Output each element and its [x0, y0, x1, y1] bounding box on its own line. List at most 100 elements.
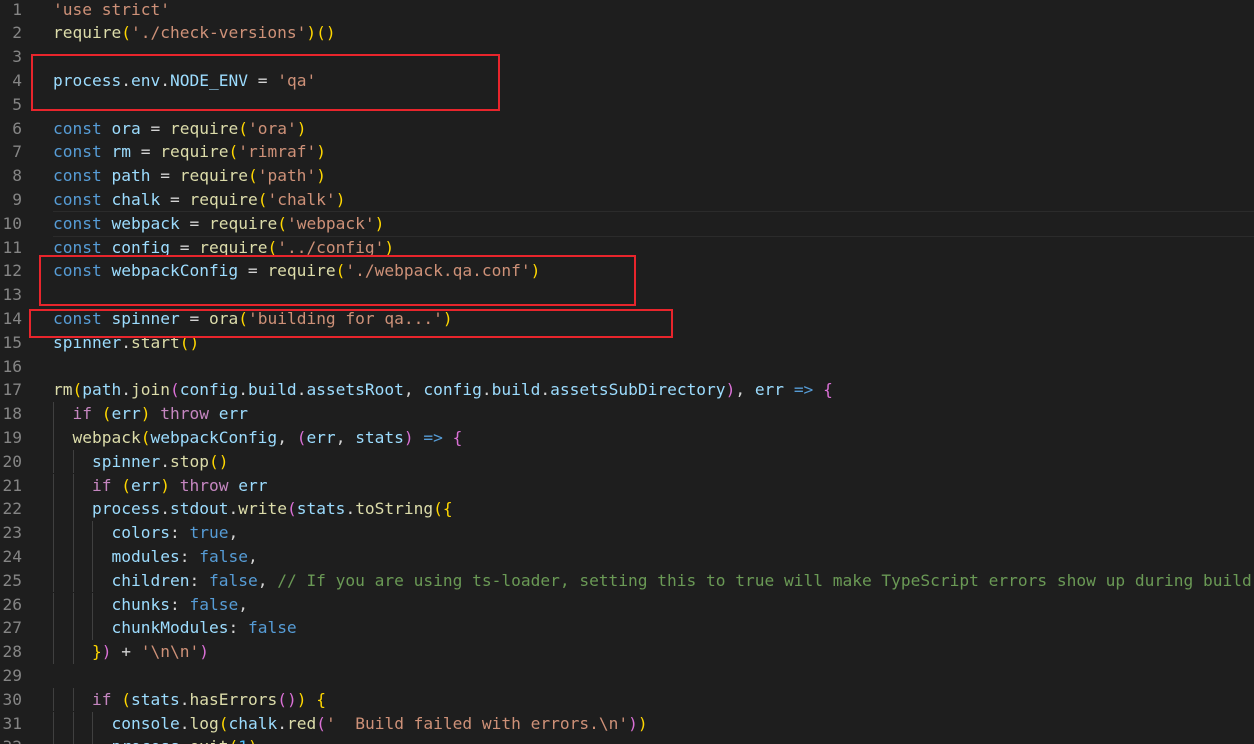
token-bracket: ) — [374, 213, 385, 233]
code-line[interactable]: 17 rm(path.join(config.build.assetsRoot, … — [0, 378, 1254, 402]
code-line[interactable]: 16 — [0, 355, 1254, 379]
code-line[interactable]: 22 process.stdout.write(stats.toString({ — [0, 497, 1254, 522]
code-line[interactable]: 18 if (err) throw err — [0, 402, 1254, 426]
code-text[interactable]: require('./check-versions')() — [53, 21, 336, 45]
token-var: build — [247, 380, 297, 400]
code-text[interactable]: spinner.stop() — [92, 450, 228, 474]
code-text[interactable]: process.exit(1) — [112, 735, 258, 744]
line-number: 24 — [2, 546, 23, 566]
code-line[interactable]: 32 process.exit(1) — [0, 735, 1254, 744]
code-text[interactable]: const path = require('path') — [53, 164, 326, 188]
token-ctrl: if — [92, 689, 112, 709]
token-bracket: ( — [433, 499, 443, 519]
line-number: 15 — [2, 332, 23, 352]
token-var: assetsRoot — [306, 380, 404, 400]
token-plain: . — [540, 380, 551, 400]
code-line[interactable]: 25 children: false, // If you are using t… — [0, 568, 1254, 593]
token-str: 'rimraf' — [238, 142, 317, 162]
token-kw: const — [53, 189, 102, 209]
line-number: 16 — [2, 356, 23, 376]
token-plain: : — [179, 546, 200, 566]
token-var: err — [306, 427, 336, 447]
line-number: 8 — [12, 166, 22, 186]
token-var: webpackConfig — [150, 427, 278, 447]
token-var: config — [179, 380, 239, 400]
line-number: 11 — [2, 237, 23, 257]
indent-guide — [53, 402, 54, 426]
token-bracket: ( — [316, 23, 326, 43]
code-line[interactable]: 27 chunkModules: false — [0, 616, 1254, 641]
code-text[interactable]: 'use strict' — [53, 0, 170, 21]
code-line[interactable]: 21 if (err) throw err — [0, 473, 1254, 498]
token-bracket2: ) — [199, 642, 209, 662]
token-bracket: ( — [277, 213, 287, 233]
token-fn: hasErrors — [189, 689, 278, 709]
code-text[interactable]: children: false, // If you are using ts-… — [112, 569, 1254, 593]
code-line[interactable]: 29 — [0, 664, 1254, 688]
code-text[interactable]: webpack(webpackConfig, (err, stats) => { — [73, 426, 463, 450]
code-text[interactable]: colors: true, — [112, 521, 239, 545]
code-line[interactable]: 28}) + '\n\n') — [0, 640, 1254, 664]
code-text[interactable]: chunkModules: false — [112, 616, 297, 640]
code-line[interactable]: 19 webpack(webpackConfig, (err, stats) =>… — [0, 425, 1254, 450]
token-bracket: ) — [160, 475, 170, 495]
token-var: stats — [131, 689, 180, 709]
code-line[interactable]: 10 const webpack = require('webpack') — [0, 212, 1254, 236]
token-var: stats — [355, 427, 404, 447]
token-var: webpack — [111, 213, 180, 233]
token-var: err — [131, 475, 161, 495]
code-text[interactable]: modules: false, — [112, 545, 258, 569]
token-plain: , — [277, 427, 297, 447]
code-text[interactable]: const rm = require('rimraf') — [53, 140, 326, 164]
code-line[interactable]: 26 chunks: false, — [0, 592, 1254, 617]
code-line[interactable]: 6 const ora = require('ora') — [0, 117, 1254, 141]
token-bracket: ( — [238, 118, 248, 138]
token-plain: . — [121, 380, 131, 400]
code-line[interactable]: 2 require('./check-versions')() — [0, 21, 1254, 45]
code-text[interactable]: }) + '\n\n') — [92, 640, 209, 664]
token-ctrl: if — [92, 475, 112, 495]
indent-guide — [72, 711, 74, 736]
token-fn: write — [238, 499, 287, 519]
code-line[interactable]: 20 spinner.stop() — [0, 449, 1254, 474]
code-text[interactable]: if (err) throw err — [73, 402, 248, 426]
token-kw: const — [53, 213, 102, 233]
token-var: spinner — [92, 451, 161, 471]
code-text[interactable]: console.log(chalk.red(' Build failed wit… — [112, 712, 648, 736]
token-bracket2: ) — [101, 642, 112, 662]
code-editor[interactable]: 1'use strict' 2 require('./check-versions'… — [0, 0, 1254, 744]
code-line[interactable]: 1 'use strict' — [0, 0, 1254, 21]
token-bracket: ) — [218, 451, 229, 471]
token-ctrl: if — [72, 404, 93, 424]
code-line[interactable]: 31 console.log(chalk.red(' Build failed w… — [0, 711, 1254, 736]
code-line[interactable]: 7 const rm = require('rimraf') — [0, 140, 1254, 164]
token-bracket: { — [316, 689, 326, 709]
code-text[interactable]: if (stats.hasErrors()) { — [92, 688, 326, 712]
code-line[interactable]: 24 modules: false, — [0, 544, 1254, 569]
code-line[interactable]: 30 if (stats.hasErrors()) { — [0, 687, 1254, 712]
code-text[interactable]: if (err) throw err — [92, 474, 267, 498]
token-plain: . — [296, 380, 307, 400]
code-text[interactable]: process.stdout.write(stats.toString({ — [92, 497, 453, 521]
code-text[interactable]: rm(path.join(config.build.assetsRoot, co… — [53, 378, 833, 402]
token-var: chalk — [228, 713, 278, 733]
indent-guide — [53, 568, 54, 593]
token-str: 'webpack' — [286, 213, 375, 233]
token-fn: toString — [355, 499, 434, 519]
code-text[interactable]: const ora = require('ora') — [53, 117, 306, 141]
code-text[interactable]: chunks: false, — [112, 593, 248, 617]
token-fn: require — [189, 189, 258, 209]
token-plain: , — [238, 594, 248, 614]
code-line[interactable]: 23 colors: true, — [0, 521, 1254, 545]
code-line[interactable]: 8 const path = require('path') — [0, 164, 1254, 188]
code-text[interactable]: const webpack = require('webpack') — [53, 212, 384, 236]
line-number: 19 — [2, 427, 23, 447]
token-bracket: ) — [637, 713, 648, 733]
code-text[interactable]: const chalk = require('chalk') — [53, 188, 345, 212]
token-var: process — [112, 737, 180, 744]
code-line[interactable]: 9 const chalk = require('chalk') — [0, 188, 1254, 212]
token-plain: = — [179, 213, 209, 233]
